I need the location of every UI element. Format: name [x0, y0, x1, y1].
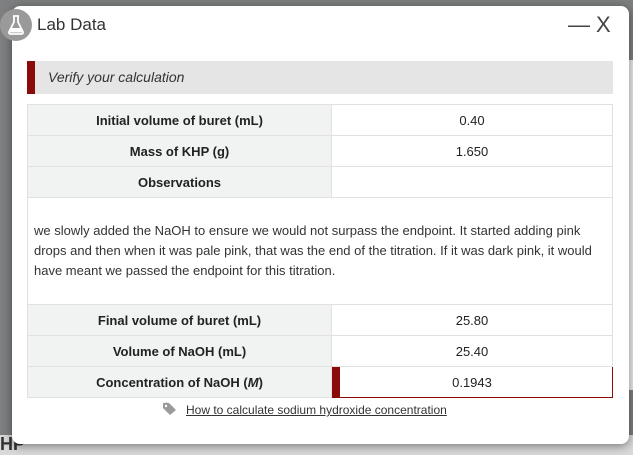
row-label: Volume of NaOH (mL) — [27, 335, 332, 367]
observations-header-empty — [331, 166, 613, 198]
instruction-banner: Verify your calculation — [27, 61, 613, 94]
row-label: Mass of KHP (g) — [27, 135, 332, 167]
row-value: 25.40 — [331, 335, 613, 367]
lab-data-window: Lab Data — X Verify your calculation Ini… — [0, 6, 629, 444]
lab-data-table: Initial volume of buret (mL) 0.40 Mass o… — [27, 104, 613, 398]
table-row: Volume of NaOH (mL) 25.40 — [27, 335, 613, 367]
table-row: Initial volume of buret (mL) 0.40 — [27, 104, 613, 136]
banner-accent-bar — [27, 61, 35, 94]
minimize-button[interactable]: — — [568, 12, 590, 38]
field-accent-bar — [332, 367, 340, 397]
window-title: Lab Data — [37, 15, 106, 34]
row-value: 25.80 — [331, 304, 613, 336]
title-bar: Lab Data — X — [0, 6, 629, 46]
help-link[interactable]: How to calculate sodium hydroxide concen… — [162, 402, 447, 417]
close-button[interactable]: X — [596, 12, 611, 38]
banner-text: Verify your calculation — [48, 69, 185, 85]
flask-icon — [8, 15, 24, 35]
table-row: Final volume of buret (mL) 25.80 — [27, 304, 613, 336]
concentration-label-suffix: ) — [258, 374, 263, 390]
row-label: Initial volume of buret (mL) — [27, 104, 332, 136]
table-row: we slowly added the NaOH to ensure we wo… — [27, 197, 613, 305]
table-row: Observations — [27, 166, 613, 198]
help-link-text: How to calculate sodium hydroxide concen… — [186, 403, 447, 417]
concentration-unit: M — [247, 374, 259, 390]
concentration-label: Concentration of NaOH (M) — [27, 366, 332, 398]
row-value: 0.40 — [331, 104, 613, 136]
concentration-value: 0.1943 — [452, 374, 492, 390]
row-label: Final volume of buret (mL) — [27, 304, 332, 336]
observations-text: we slowly added the NaOH to ensure we wo… — [27, 197, 613, 305]
tag-icon — [163, 402, 176, 415]
observations-label: Observations — [27, 166, 332, 198]
table-row: Mass of KHP (g) 1.650 — [27, 135, 613, 167]
concentration-label-prefix: Concentration of NaOH ( — [96, 374, 248, 390]
flask-badge — [0, 9, 32, 41]
concentration-value-field[interactable]: 0.1943 — [331, 366, 613, 398]
row-value: 1.650 — [331, 135, 613, 167]
table-row: Concentration of NaOH (M) 0.1943 — [27, 366, 613, 398]
